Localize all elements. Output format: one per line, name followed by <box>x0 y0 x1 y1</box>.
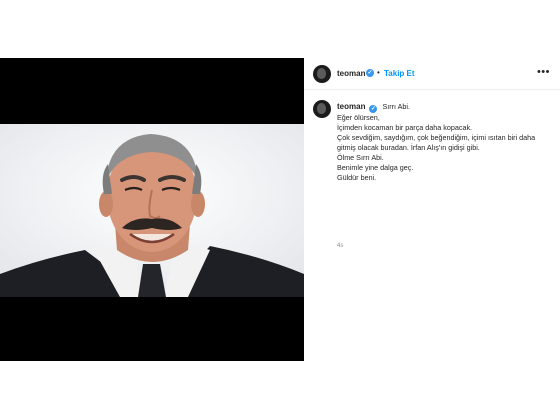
post-timestamp: 4s <box>337 243 344 249</box>
post-header: teoman ✓ • Takip Et ••• <box>304 58 560 90</box>
caption-line: Çok sevdiğim, saydığım, çok beğendiğim, … <box>337 133 536 142</box>
caption-line: Güldür beni. <box>337 173 377 182</box>
caption-line: İçimden kocaman bir parça daha kopacak. <box>337 123 473 132</box>
verified-icon: ✓ <box>366 69 374 77</box>
caption-first-line: Sırrı Abi. <box>382 102 411 111</box>
user-avatar[interactable] <box>313 65 331 83</box>
caption-username[interactable]: teoman <box>337 102 365 111</box>
portrait-image <box>0 124 304 297</box>
post-media[interactable] <box>0 58 304 361</box>
caption-line: gitmiş olacak buradan. İrfan Alış'ın gid… <box>337 143 480 152</box>
post-caption: teoman ✓ Sırrı Abi. Eğer ölürsen, İçimde… <box>337 102 547 183</box>
post-sidebar: teoman ✓ • Takip Et ••• teoman ✓ Sırrı A… <box>304 58 560 361</box>
more-options-icon[interactable]: ••• <box>537 66 550 78</box>
caption-line: Benimle yine dalga geç. <box>337 163 414 172</box>
post-modal: teoman ✓ • Takip Et ••• teoman ✓ Sırrı A… <box>0 58 560 361</box>
username-link[interactable]: teoman <box>337 69 365 78</box>
separator-dot: • <box>377 68 380 77</box>
post-photo <box>0 124 304 297</box>
follow-button[interactable]: Takip Et <box>384 69 415 78</box>
verified-icon: ✓ <box>369 105 378 113</box>
caption-line: Eğer ölürsen, <box>337 113 380 122</box>
caption-line: Ölme Sırrı Abi. <box>337 153 384 162</box>
caption-avatar[interactable] <box>313 100 331 118</box>
